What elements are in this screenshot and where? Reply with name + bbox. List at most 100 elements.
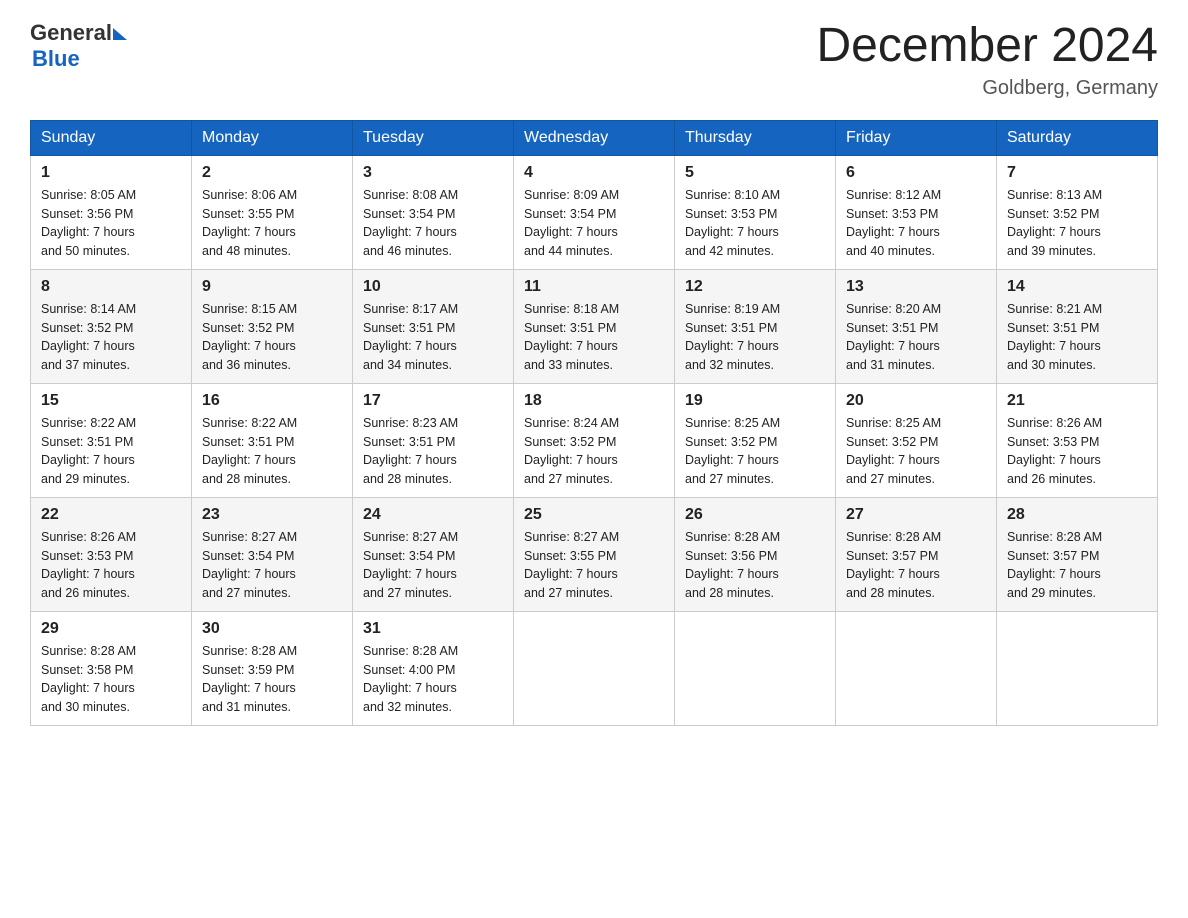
day-info: Sunrise: 8:27 AM Sunset: 3:54 PM Dayligh… <box>202 528 342 603</box>
calendar-table: SundayMondayTuesdayWednesdayThursdayFrid… <box>30 120 1158 726</box>
day-info: Sunrise: 8:19 AM Sunset: 3:51 PM Dayligh… <box>685 300 825 375</box>
day-info: Sunrise: 8:24 AM Sunset: 3:52 PM Dayligh… <box>524 414 664 489</box>
calendar-week-row: 15 Sunrise: 8:22 AM Sunset: 3:51 PM Dayl… <box>31 383 1158 497</box>
calendar-day-cell: 13 Sunrise: 8:20 AM Sunset: 3:51 PM Dayl… <box>836 269 997 383</box>
calendar-day-cell: 20 Sunrise: 8:25 AM Sunset: 3:52 PM Dayl… <box>836 383 997 497</box>
day-number: 28 <box>1007 506 1147 524</box>
calendar-day-cell <box>514 611 675 725</box>
calendar-day-cell: 12 Sunrise: 8:19 AM Sunset: 3:51 PM Dayl… <box>675 269 836 383</box>
day-number: 18 <box>524 392 664 410</box>
header-friday: Friday <box>836 120 997 155</box>
day-info: Sunrise: 8:21 AM Sunset: 3:51 PM Dayligh… <box>1007 300 1147 375</box>
day-number: 21 <box>1007 392 1147 410</box>
calendar-header: SundayMondayTuesdayWednesdayThursdayFrid… <box>31 120 1158 155</box>
day-number: 20 <box>846 392 986 410</box>
header-tuesday: Tuesday <box>353 120 514 155</box>
day-info: Sunrise: 8:25 AM Sunset: 3:52 PM Dayligh… <box>685 414 825 489</box>
day-number: 27 <box>846 506 986 524</box>
calendar-day-cell: 31 Sunrise: 8:28 AM Sunset: 4:00 PM Dayl… <box>353 611 514 725</box>
calendar-day-cell <box>675 611 836 725</box>
day-info: Sunrise: 8:23 AM Sunset: 3:51 PM Dayligh… <box>363 414 503 489</box>
day-number: 11 <box>524 278 664 296</box>
day-number: 29 <box>41 620 181 638</box>
day-info: Sunrise: 8:13 AM Sunset: 3:52 PM Dayligh… <box>1007 186 1147 261</box>
calendar-day-cell: 1 Sunrise: 8:05 AM Sunset: 3:56 PM Dayli… <box>31 155 192 269</box>
calendar-day-cell: 8 Sunrise: 8:14 AM Sunset: 3:52 PM Dayli… <box>31 269 192 383</box>
calendar-day-cell: 14 Sunrise: 8:21 AM Sunset: 3:51 PM Dayl… <box>997 269 1158 383</box>
day-info: Sunrise: 8:28 AM Sunset: 3:58 PM Dayligh… <box>41 642 181 717</box>
header-sunday: Sunday <box>31 120 192 155</box>
day-info: Sunrise: 8:20 AM Sunset: 3:51 PM Dayligh… <box>846 300 986 375</box>
day-info: Sunrise: 8:22 AM Sunset: 3:51 PM Dayligh… <box>41 414 181 489</box>
day-number: 19 <box>685 392 825 410</box>
day-number: 7 <box>1007 164 1147 182</box>
calendar-day-cell: 28 Sunrise: 8:28 AM Sunset: 3:57 PM Dayl… <box>997 497 1158 611</box>
day-number: 25 <box>524 506 664 524</box>
title-section: December 2024 Goldberg, Germany <box>816 20 1158 100</box>
day-info: Sunrise: 8:18 AM Sunset: 3:51 PM Dayligh… <box>524 300 664 375</box>
day-info: Sunrise: 8:14 AM Sunset: 3:52 PM Dayligh… <box>41 300 181 375</box>
logo-triangle-icon <box>113 28 127 40</box>
day-number: 14 <box>1007 278 1147 296</box>
day-number: 10 <box>363 278 503 296</box>
day-number: 24 <box>363 506 503 524</box>
day-number: 16 <box>202 392 342 410</box>
day-number: 9 <box>202 278 342 296</box>
day-number: 31 <box>363 620 503 638</box>
day-info: Sunrise: 8:12 AM Sunset: 3:53 PM Dayligh… <box>846 186 986 261</box>
calendar-day-cell: 10 Sunrise: 8:17 AM Sunset: 3:51 PM Dayl… <box>353 269 514 383</box>
calendar-day-cell: 4 Sunrise: 8:09 AM Sunset: 3:54 PM Dayli… <box>514 155 675 269</box>
day-info: Sunrise: 8:25 AM Sunset: 3:52 PM Dayligh… <box>846 414 986 489</box>
day-info: Sunrise: 8:28 AM Sunset: 3:57 PM Dayligh… <box>846 528 986 603</box>
calendar-day-cell: 23 Sunrise: 8:27 AM Sunset: 3:54 PM Dayl… <box>192 497 353 611</box>
day-info: Sunrise: 8:05 AM Sunset: 3:56 PM Dayligh… <box>41 186 181 261</box>
calendar-day-cell <box>997 611 1158 725</box>
day-info: Sunrise: 8:26 AM Sunset: 3:53 PM Dayligh… <box>41 528 181 603</box>
calendar-day-cell: 7 Sunrise: 8:13 AM Sunset: 3:52 PM Dayli… <box>997 155 1158 269</box>
day-number: 4 <box>524 164 664 182</box>
header-monday: Monday <box>192 120 353 155</box>
day-number: 6 <box>846 164 986 182</box>
day-info: Sunrise: 8:08 AM Sunset: 3:54 PM Dayligh… <box>363 186 503 261</box>
day-info: Sunrise: 8:28 AM Sunset: 3:57 PM Dayligh… <box>1007 528 1147 603</box>
calendar-day-cell: 25 Sunrise: 8:27 AM Sunset: 3:55 PM Dayl… <box>514 497 675 611</box>
month-title: December 2024 <box>816 20 1158 73</box>
day-info: Sunrise: 8:10 AM Sunset: 3:53 PM Dayligh… <box>685 186 825 261</box>
day-number: 15 <box>41 392 181 410</box>
location: Goldberg, Germany <box>816 77 1158 100</box>
logo-general: General <box>30 20 112 46</box>
calendar-day-cell: 22 Sunrise: 8:26 AM Sunset: 3:53 PM Dayl… <box>31 497 192 611</box>
calendar-day-cell: 21 Sunrise: 8:26 AM Sunset: 3:53 PM Dayl… <box>997 383 1158 497</box>
calendar-week-row: 29 Sunrise: 8:28 AM Sunset: 3:58 PM Dayl… <box>31 611 1158 725</box>
day-number: 30 <box>202 620 342 638</box>
header-thursday: Thursday <box>675 120 836 155</box>
calendar-day-cell <box>836 611 997 725</box>
logo-blue: Blue <box>32 46 80 71</box>
header-saturday: Saturday <box>997 120 1158 155</box>
calendar-day-cell: 5 Sunrise: 8:10 AM Sunset: 3:53 PM Dayli… <box>675 155 836 269</box>
calendar-week-row: 22 Sunrise: 8:26 AM Sunset: 3:53 PM Dayl… <box>31 497 1158 611</box>
day-info: Sunrise: 8:27 AM Sunset: 3:54 PM Dayligh… <box>363 528 503 603</box>
calendar-day-cell: 18 Sunrise: 8:24 AM Sunset: 3:52 PM Dayl… <box>514 383 675 497</box>
day-info: Sunrise: 8:09 AM Sunset: 3:54 PM Dayligh… <box>524 186 664 261</box>
day-info: Sunrise: 8:28 AM Sunset: 4:00 PM Dayligh… <box>363 642 503 717</box>
day-number: 12 <box>685 278 825 296</box>
calendar-day-cell: 2 Sunrise: 8:06 AM Sunset: 3:55 PM Dayli… <box>192 155 353 269</box>
day-number: 2 <box>202 164 342 182</box>
calendar-day-cell: 16 Sunrise: 8:22 AM Sunset: 3:51 PM Dayl… <box>192 383 353 497</box>
day-number: 23 <box>202 506 342 524</box>
calendar-day-cell: 15 Sunrise: 8:22 AM Sunset: 3:51 PM Dayl… <box>31 383 192 497</box>
day-info: Sunrise: 8:27 AM Sunset: 3:55 PM Dayligh… <box>524 528 664 603</box>
calendar-day-cell: 30 Sunrise: 8:28 AM Sunset: 3:59 PM Dayl… <box>192 611 353 725</box>
calendar-day-cell: 19 Sunrise: 8:25 AM Sunset: 3:52 PM Dayl… <box>675 383 836 497</box>
day-number: 5 <box>685 164 825 182</box>
page-header: General Blue December 2024 Goldberg, Ger… <box>30 20 1158 100</box>
calendar-body: 1 Sunrise: 8:05 AM Sunset: 3:56 PM Dayli… <box>31 155 1158 725</box>
day-number: 13 <box>846 278 986 296</box>
calendar-day-cell: 26 Sunrise: 8:28 AM Sunset: 3:56 PM Dayl… <box>675 497 836 611</box>
calendar-day-cell: 9 Sunrise: 8:15 AM Sunset: 3:52 PM Dayli… <box>192 269 353 383</box>
calendar-day-cell: 24 Sunrise: 8:27 AM Sunset: 3:54 PM Dayl… <box>353 497 514 611</box>
day-number: 8 <box>41 278 181 296</box>
logo: General Blue <box>30 20 127 72</box>
day-number: 3 <box>363 164 503 182</box>
